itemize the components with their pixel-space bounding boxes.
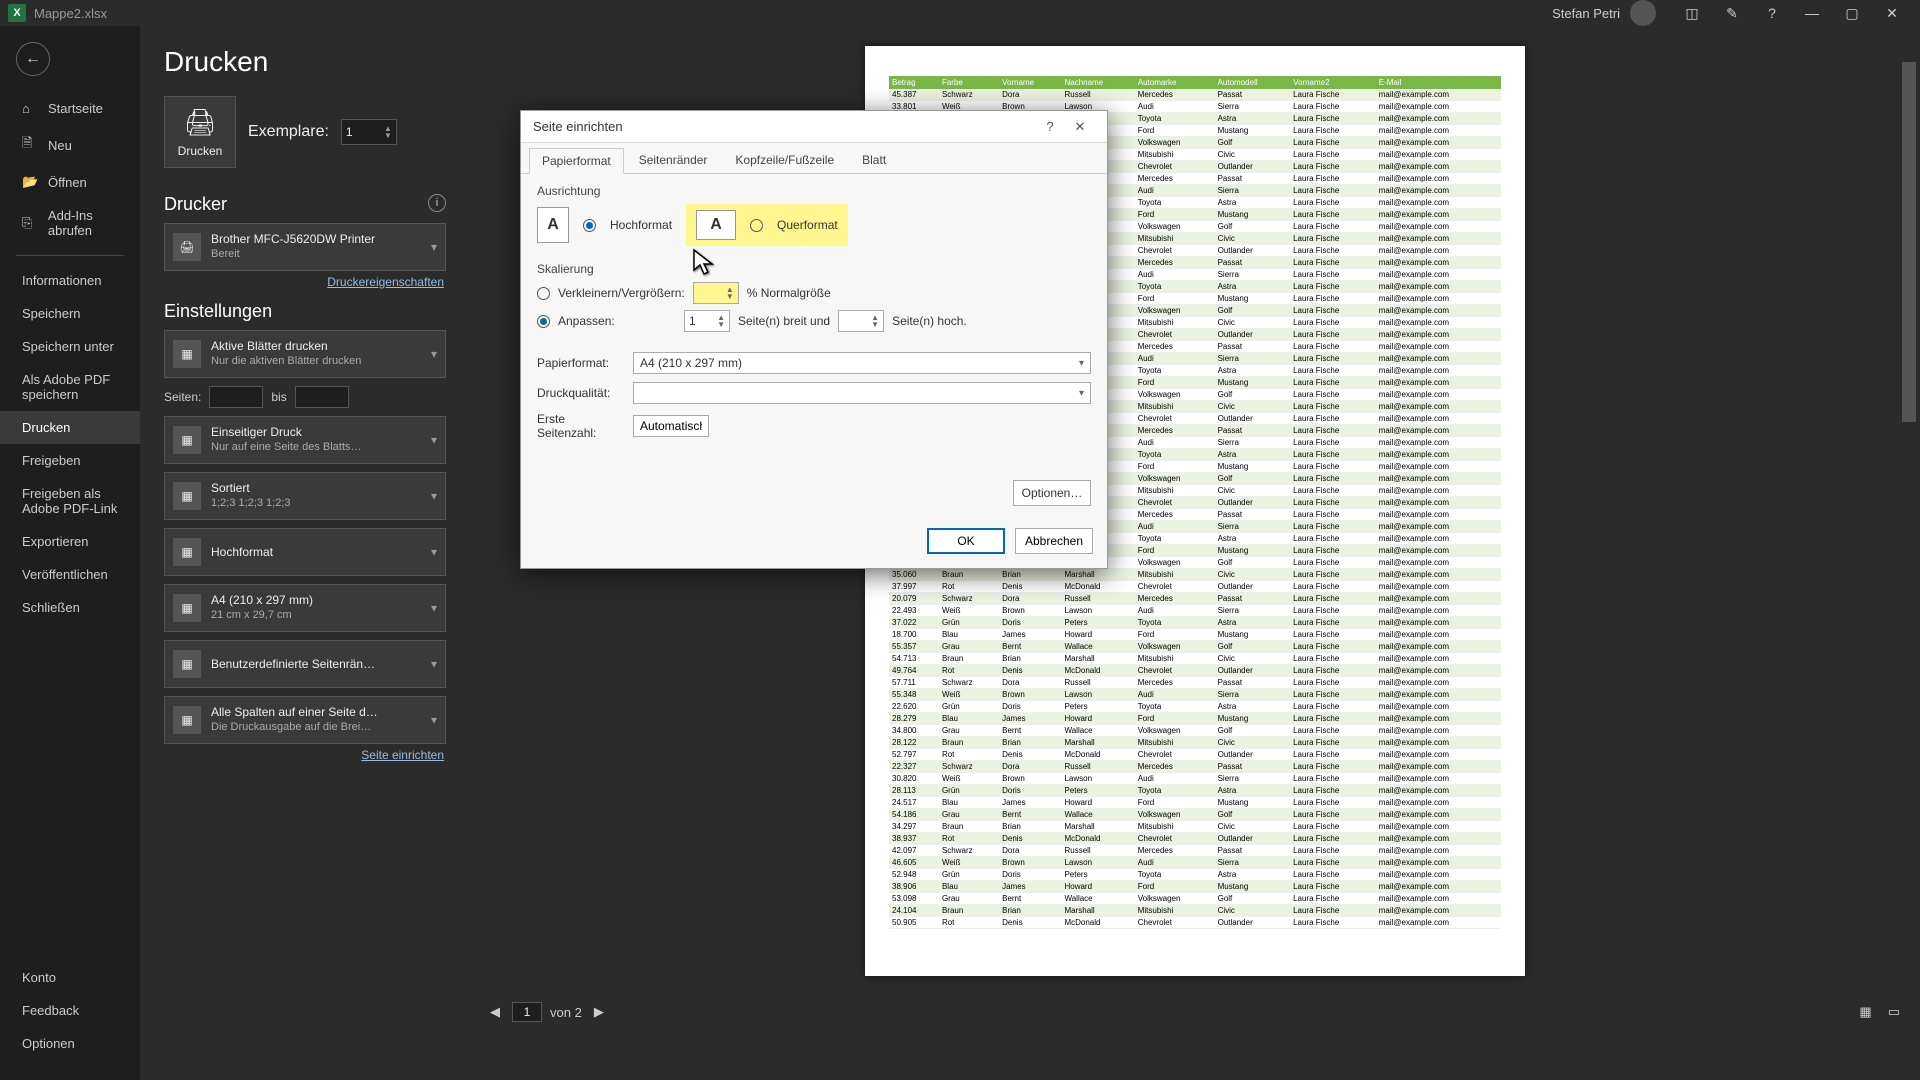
page-setup-dialog: Seite einrichten ? ✕ PapierformatSeitenr… xyxy=(520,110,1108,569)
portrait-label: Hochformat xyxy=(610,218,672,232)
fit-radio[interactable] xyxy=(537,315,550,328)
zoom-label: Verkleinern/Vergrößern: xyxy=(558,286,685,300)
tab-papierformat[interactable]: Papierformat xyxy=(529,148,624,174)
first-page-label: Erste Seitenzahl: xyxy=(537,412,623,440)
landscape-icon: A xyxy=(696,210,736,240)
cancel-button[interactable]: Abbrechen xyxy=(1015,528,1093,554)
scaling-label: Skalierung xyxy=(537,262,1091,276)
landscape-label: Querformat xyxy=(777,218,838,232)
portrait-icon: A xyxy=(537,207,569,243)
fit-wide-suffix: Seite(n) breit und xyxy=(738,314,830,328)
zoom-radio[interactable] xyxy=(537,287,550,300)
landscape-radio[interactable] xyxy=(750,219,763,232)
paper-format-dropdown[interactable]: A4 (210 x 297 mm)▾ xyxy=(633,352,1091,374)
paper-format-label: Papierformat: xyxy=(537,356,623,370)
fit-wide-input[interactable]: 1▲▼ xyxy=(684,310,730,332)
dialog-title: Seite einrichten xyxy=(533,119,623,134)
tab-kopfzeile-fu-zeile[interactable]: Kopfzeile/Fußzeile xyxy=(722,147,847,173)
tab-blatt[interactable]: Blatt xyxy=(849,147,899,173)
fit-tall-input[interactable]: ▲▼ xyxy=(838,310,884,332)
dialog-close-button[interactable]: ✕ xyxy=(1065,119,1095,135)
orientation-label: Ausrichtung xyxy=(537,184,1091,198)
options-button[interactable]: Optionen… xyxy=(1013,480,1091,506)
print-quality-label: Druckqualität: xyxy=(537,386,623,400)
ok-button[interactable]: OK xyxy=(927,528,1005,554)
zoom-suffix: % Normalgröße xyxy=(747,286,831,300)
print-quality-dropdown[interactable]: ▾ xyxy=(633,382,1091,404)
zoom-input[interactable]: ▲▼ xyxy=(693,282,739,304)
fit-label: Anpassen: xyxy=(558,314,676,328)
portrait-radio[interactable] xyxy=(583,219,596,232)
dialog-help-button[interactable]: ? xyxy=(1035,119,1065,134)
first-page-input[interactable] xyxy=(633,415,709,437)
tab-seitenr-nder[interactable]: Seitenränder xyxy=(626,147,721,173)
fit-tall-suffix: Seite(n) hoch. xyxy=(892,314,967,328)
